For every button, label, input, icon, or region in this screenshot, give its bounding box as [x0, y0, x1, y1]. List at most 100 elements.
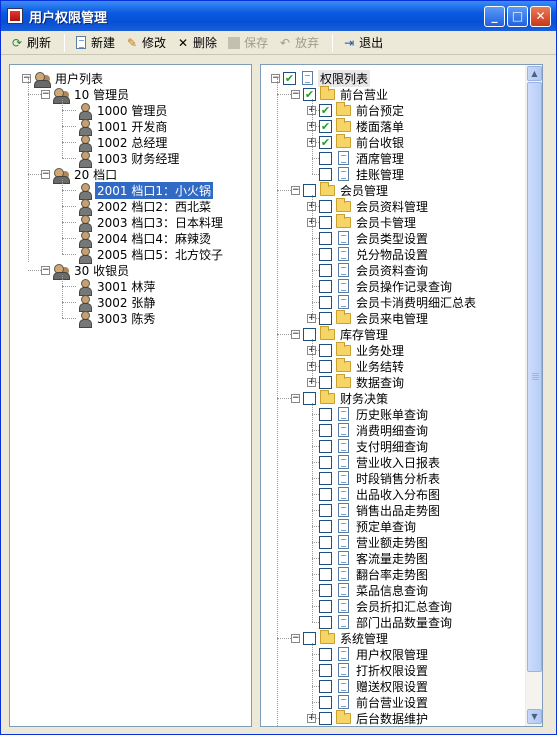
checkbox[interactable]: [319, 647, 332, 661]
checkbox[interactable]: [319, 695, 332, 709]
user-item[interactable]: 1001 开发商: [76, 118, 169, 136]
checkbox[interactable]: [319, 151, 332, 165]
permission-item[interactable]: 时段销售分析表: [307, 470, 442, 486]
tree-root-permissions[interactable]: − ✔ 权限列表: [271, 69, 371, 87]
user-item[interactable]: 1000 管理员: [76, 102, 169, 120]
checkbox[interactable]: [319, 263, 332, 277]
checkbox[interactable]: [319, 167, 332, 181]
permission-item[interactable]: + 数据查询: [307, 373, 406, 390]
maximize-button[interactable]: □: [507, 5, 528, 27]
user-tree-pane[interactable]: − 用户列表 −10 管理员 1000 管理员 1001 开发商 1002 总经理 1003…: [9, 64, 252, 727]
permission-item[interactable]: 会员资料查询: [307, 262, 430, 278]
permission-item[interactable]: 用户权限管理: [307, 646, 430, 662]
checkbox[interactable]: [319, 567, 332, 581]
checkbox[interactable]: [319, 215, 332, 229]
permission-item[interactable]: + 后台数据维护: [307, 709, 430, 726]
permission-item[interactable]: 历史账单查询: [307, 406, 430, 422]
checkbox[interactable]: [319, 711, 332, 725]
save-button[interactable]: 保存: [224, 33, 271, 53]
permission-item[interactable]: 挂账管理: [307, 166, 406, 182]
permission-item[interactable]: + 会员资料管理: [307, 197, 430, 214]
permission-group[interactable]: − 会员管理: [291, 181, 390, 198]
checked-checkbox[interactable]: ✔: [319, 119, 332, 133]
collapse-toggle[interactable]: −: [22, 73, 31, 83]
checkbox[interactable]: [319, 279, 332, 293]
permission-item[interactable]: 会员卡消费明细汇总表: [307, 294, 478, 310]
checked-checkbox[interactable]: ✔: [303, 87, 316, 101]
delete-button[interactable]: ✕ 删除: [173, 33, 220, 53]
checkbox[interactable]: [319, 311, 332, 325]
permission-item[interactable]: 部门出品数量查询: [307, 614, 454, 630]
user-item[interactable]: 3003 陈秀: [76, 310, 157, 328]
checkbox[interactable]: [303, 391, 316, 405]
permission-item[interactable]: + 业务处理: [307, 341, 406, 358]
minimize-button[interactable]: _: [484, 5, 505, 27]
user-item[interactable]: 2005 档口5：北方饺子: [76, 246, 225, 264]
user-item[interactable]: 1002 总经理: [76, 134, 169, 152]
checkbox[interactable]: [319, 343, 332, 357]
permission-item[interactable]: + ✔ 前台预定: [307, 101, 406, 118]
checked-checkbox[interactable]: ✔: [319, 135, 332, 149]
checkbox[interactable]: [319, 439, 332, 453]
permission-item[interactable]: 菜品信息查询: [307, 582, 430, 598]
permission-group[interactable]: − 库存管理: [291, 325, 390, 342]
checkbox[interactable]: [319, 599, 332, 613]
permission-group[interactable]: − 系统管理: [291, 629, 390, 646]
checkbox[interactable]: [303, 631, 316, 645]
permission-item[interactable]: 打折权限设置: [307, 662, 430, 678]
permission-item[interactable]: + 会员来电管理: [307, 309, 430, 326]
checkbox[interactable]: [319, 407, 332, 421]
new-button[interactable]: 新建: [71, 33, 118, 53]
checkbox[interactable]: [319, 583, 332, 597]
permission-group[interactable]: − 财务决策: [291, 389, 390, 406]
checkbox[interactable]: [319, 247, 332, 261]
checkbox[interactable]: [319, 679, 332, 693]
permission-item[interactable]: 销售出品走势图: [307, 502, 442, 518]
permission-item[interactable]: 赠送权限设置: [307, 678, 430, 694]
checkbox[interactable]: [319, 535, 332, 549]
user-item[interactable]: 2003 档口3：日本料理: [76, 214, 225, 232]
user-group[interactable]: − 10 管理员: [41, 86, 131, 104]
permission-item[interactable]: 酒席管理: [307, 150, 406, 166]
permission-item[interactable]: 预定单查询: [307, 518, 418, 534]
user-item[interactable]: 3001 林萍: [76, 278, 157, 296]
permission-group[interactable]: − ✔ 前台营业: [291, 85, 390, 102]
permission-item[interactable]: 营业额走势图: [307, 534, 430, 550]
exit-button[interactable]: ⇥ 退出: [339, 33, 386, 53]
user-item[interactable]: 3002 张静: [76, 294, 157, 312]
permission-item[interactable]: 兑分物品设置: [307, 246, 430, 262]
user-group[interactable]: − 20 档口: [41, 166, 119, 184]
collapse-toggle[interactable]: −: [271, 73, 280, 83]
collapse-toggle[interactable]: −: [41, 265, 50, 275]
checkbox[interactable]: [319, 359, 332, 373]
collapse-toggle[interactable]: −: [291, 185, 300, 195]
checkbox[interactable]: [319, 487, 332, 501]
user-item[interactable]: 2001 档口1：小火锅: [76, 180, 214, 200]
checkbox[interactable]: [319, 199, 332, 213]
title-bar[interactable]: 用户权限管理 _ □ ✕: [1, 1, 556, 31]
vertical-scrollbar[interactable]: ▲ ▼: [525, 65, 542, 726]
tree-root-users[interactable]: − 用户列表: [22, 70, 105, 88]
user-item[interactable]: 2004 档口4：麻辣烫: [76, 230, 213, 248]
user-group[interactable]: − 30 收银员: [41, 262, 131, 280]
scroll-thumb[interactable]: [527, 82, 542, 672]
permission-item[interactable]: 客流量走势图: [307, 550, 430, 566]
checked-checkbox[interactable]: ✔: [283, 71, 296, 85]
collapse-toggle[interactable]: −: [291, 329, 300, 339]
collapse-toggle[interactable]: −: [41, 89, 50, 99]
collapse-toggle[interactable]: −: [291, 633, 300, 643]
close-button[interactable]: ✕: [530, 5, 551, 27]
checkbox[interactable]: [319, 375, 332, 389]
collapse-toggle[interactable]: −: [41, 169, 50, 179]
modify-button[interactable]: ✎ 修改: [122, 33, 169, 53]
permission-item[interactable]: 会员操作记录查询: [307, 278, 454, 294]
permission-item[interactable]: 前台营业设置: [307, 694, 430, 710]
permission-item[interactable]: 会员类型设置: [307, 230, 430, 246]
permission-tree-pane[interactable]: − ✔ 权限列表 − ✔ 前台营业 + ✔ 前台预定 + ✔ 楼面落单 + ✔ 前台收银 酒席管理 挂账管理 − 会…: [260, 64, 543, 727]
checkbox[interactable]: [303, 183, 316, 197]
permission-item[interactable]: 出品收入分布图: [307, 486, 442, 502]
checkbox[interactable]: [303, 327, 316, 341]
checked-checkbox[interactable]: ✔: [319, 103, 332, 117]
permission-item[interactable]: 会员折扣汇总查询: [307, 598, 454, 614]
permission-item[interactable]: + 业务结转: [307, 357, 406, 374]
